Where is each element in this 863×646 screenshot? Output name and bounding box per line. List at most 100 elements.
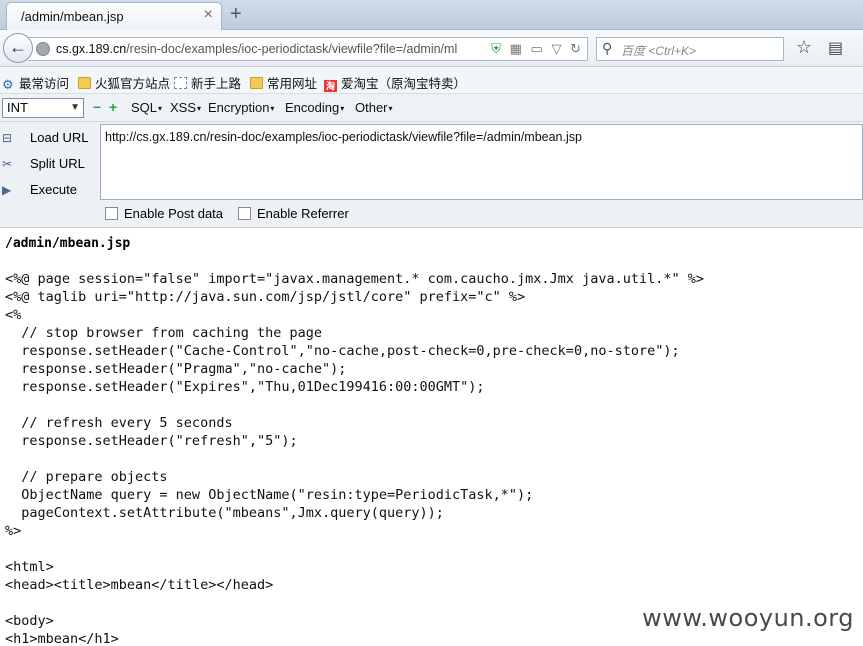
bookmark-star-icon[interactable]: ☆ — [796, 37, 812, 58]
back-button[interactable]: ← — [3, 33, 33, 63]
url-host: cs.gx.189.cn — [56, 42, 127, 56]
bookmark-getting-started[interactable]: 新手上路 — [174, 73, 241, 92]
bookmark-label: 火狐官方站点 — [95, 77, 171, 91]
split-url-button[interactable]: ✂ Split URL — [2, 156, 85, 171]
code-line: // refresh every 5 seconds — [5, 415, 233, 431]
dropdown-arrow-icon[interactable]: ▽ — [551, 41, 561, 56]
tab-title: /admin/mbean.jsp — [21, 9, 124, 24]
tab-strip: /admin/mbean.jsp × + — [0, 0, 863, 30]
bookmark-most-visited[interactable]: ⚙ 最常访问 — [2, 73, 69, 92]
page-title: /admin/mbean.jsp — [5, 236, 131, 251]
code-line: <%@ page session="false" import="javax.m… — [5, 271, 704, 287]
code-line: pageContext.setAttribute("mbeans",Jmx.qu… — [5, 505, 444, 521]
bookmark-label: 爱淘宝（原淘宝特卖） — [341, 77, 467, 91]
hackbar-toolbar: INT ▼ − + SQL▾ XSS▾ Encryption▾ Encoding… — [0, 94, 863, 122]
code-line: <%@ taglib uri="http://java.sun.com/jsp/… — [5, 289, 526, 305]
split-url-label: Split URL — [30, 156, 85, 171]
gear-icon: ⚙ — [2, 77, 14, 92]
url-bar[interactable]: cs.gx.189.cn/resin-doc/examples/ioc-peri… — [28, 37, 588, 61]
url-icons: ⛨ ▦ ▭ ▽ ↻ — [486, 41, 581, 57]
checkbox-box[interactable] — [238, 207, 251, 220]
code-line: response.setHeader("Cache-Control","no-c… — [5, 343, 680, 359]
chevron-down-icon: ▾ — [270, 104, 275, 113]
bookmark-label: 常用网址 — [267, 77, 318, 91]
code-line: response.setHeader("refresh","5"); — [5, 433, 298, 449]
type-select[interactable]: INT ▼ — [2, 98, 84, 118]
bookmark-label: 最常访问 — [19, 77, 70, 91]
scissors-icon: ✂ — [2, 157, 13, 171]
navigation-bar: cs.gx.189.cn/resin-doc/examples/ioc-peri… — [0, 30, 863, 67]
reload-icon[interactable]: ↻ — [570, 41, 581, 56]
url-path: /resin-doc/examples/ioc-periodictask/vie… — [126, 42, 458, 56]
menu-encoding[interactable]: Encoding▾ — [285, 100, 344, 115]
checkbox-box[interactable] — [105, 207, 118, 220]
load-url-label: Load URL — [30, 130, 89, 145]
minus-icon[interactable]: − — [93, 99, 101, 115]
back-arrow-icon: ← — [9, 37, 27, 57]
code-line: <h1>mbean</h1> — [5, 631, 119, 646]
load-url-button[interactable]: ⊟ Load URL — [2, 130, 89, 145]
chevron-down-icon: ▼ — [70, 102, 80, 113]
search-icon: ⚲ — [602, 40, 613, 56]
menu-label: XSS — [170, 100, 197, 115]
code-line: %> — [5, 523, 22, 539]
chevron-down-icon: ▾ — [340, 104, 345, 113]
menu-encryption[interactable]: Encryption▾ — [208, 100, 274, 115]
url-textarea[interactable]: http://cs.gx.189.cn/resin-doc/examples/i… — [100, 124, 863, 200]
qr-code-icon[interactable]: ▦ — [510, 41, 522, 56]
close-icon[interactable]: × — [204, 6, 213, 24]
code-line: <head><title>mbean</title></head> — [5, 577, 274, 593]
menu-label: Encoding — [285, 100, 340, 115]
bookmarks-menu-icon[interactable]: ▤ — [828, 38, 843, 58]
taobao-icon: 淘 — [324, 80, 337, 92]
menu-label: SQL — [131, 100, 158, 115]
search-box[interactable]: ⚲ 百度 <Ctrl+K> — [596, 37, 784, 61]
bookmark-label: 新手上路 — [191, 77, 242, 91]
load-icon: ⊟ — [2, 131, 13, 145]
enable-referrer-checkbox[interactable]: Enable Referrer — [238, 206, 349, 221]
code-line: response.setHeader("Expires","Thu,01Dec1… — [5, 379, 485, 395]
menu-label: Encryption — [208, 100, 270, 115]
execute-button[interactable]: ▶ Execute — [2, 182, 77, 197]
plus-icon[interactable]: + — [109, 99, 117, 115]
code-line: // stop browser from caching the page — [5, 325, 322, 341]
blank-page-icon — [174, 77, 187, 89]
tab-active[interactable]: /admin/mbean.jsp × — [6, 2, 222, 30]
code-line: // prepare objects — [5, 469, 168, 485]
menu-sql[interactable]: SQL▾ — [131, 100, 162, 115]
type-select-value: INT — [7, 100, 28, 115]
bookmark-taobao[interactable]: 淘爱淘宝（原淘宝特卖） — [324, 73, 466, 92]
folder-icon — [250, 77, 263, 89]
folder-icon — [78, 77, 91, 89]
code-block: <%@ page session="false" import="javax.m… — [5, 270, 704, 646]
code-line: <% — [5, 307, 22, 323]
watermark: www.wooyun.org — [642, 604, 854, 632]
code-line: <html> — [5, 559, 54, 575]
play-icon: ▶ — [2, 183, 12, 197]
url-text[interactable]: cs.gx.189.cn/resin-doc/examples/ioc-peri… — [56, 42, 457, 56]
chevron-down-icon: ▾ — [158, 104, 163, 113]
menu-label: Other — [355, 100, 388, 115]
bookmarks-toolbar: ⚙ 最常访问 火狐官方站点 新手上路 常用网址 淘爱淘宝（原淘宝特卖） — [0, 67, 863, 94]
globe-icon — [36, 42, 50, 56]
code-line: response.setHeader("Pragma","no-cache"); — [5, 361, 347, 377]
menu-other[interactable]: Other▾ — [355, 100, 393, 115]
enable-post-checkbox[interactable]: Enable Post data — [105, 206, 223, 221]
code-line: ObjectName query = new ObjectName("resin… — [5, 487, 534, 503]
shield-icon[interactable]: ⛨ — [491, 41, 501, 56]
chevron-down-icon: ▾ — [388, 104, 393, 113]
code-line: <body> — [5, 613, 54, 629]
enable-referrer-label: Enable Referrer — [257, 206, 349, 221]
hackbar-panel: ⊟ Load URL ✂ Split URL ▶ Execute http://cs.… — [0, 122, 863, 228]
bookmark-firefox-site[interactable]: 火狐官方站点 — [78, 73, 170, 92]
execute-label: Execute — [30, 182, 77, 197]
bookmark-common-sites[interactable]: 常用网址 — [250, 73, 317, 92]
reader-view-icon[interactable]: ▭ — [531, 41, 543, 56]
enable-post-label: Enable Post data — [124, 206, 224, 221]
menu-xss[interactable]: XSS▾ — [170, 100, 201, 115]
new-tab-plus-icon[interactable]: + — [230, 2, 242, 26]
search-placeholder: 百度 <Ctrl+K> — [621, 44, 697, 58]
